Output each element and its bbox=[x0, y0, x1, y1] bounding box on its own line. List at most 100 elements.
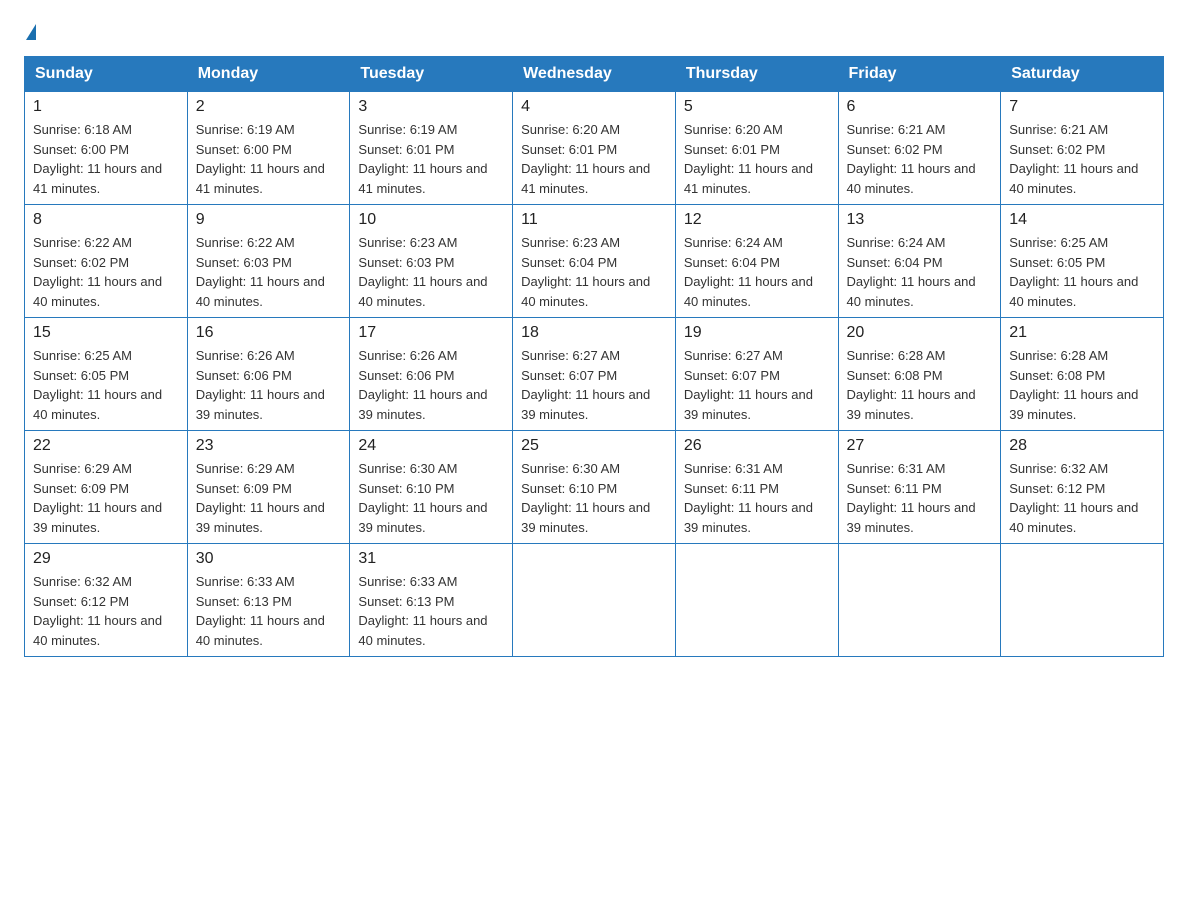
day-info: Sunrise: 6:28 AMSunset: 6:08 PMDaylight:… bbox=[1009, 348, 1138, 422]
day-info: Sunrise: 6:19 AMSunset: 6:01 PMDaylight:… bbox=[358, 122, 487, 196]
day-info: Sunrise: 6:25 AMSunset: 6:05 PMDaylight:… bbox=[1009, 235, 1138, 309]
day-info: Sunrise: 6:30 AMSunset: 6:10 PMDaylight:… bbox=[358, 461, 487, 535]
calendar-cell bbox=[838, 544, 1001, 657]
day-number: 3 bbox=[358, 98, 504, 116]
calendar-cell: 26 Sunrise: 6:31 AMSunset: 6:11 PMDaylig… bbox=[675, 431, 838, 544]
calendar-cell bbox=[675, 544, 838, 657]
day-number: 22 bbox=[33, 437, 179, 455]
calendar-cell: 19 Sunrise: 6:27 AMSunset: 6:07 PMDaylig… bbox=[675, 318, 838, 431]
calendar-week-row: 29 Sunrise: 6:32 AMSunset: 6:12 PMDaylig… bbox=[25, 544, 1164, 657]
day-number: 23 bbox=[196, 437, 342, 455]
calendar-week-row: 22 Sunrise: 6:29 AMSunset: 6:09 PMDaylig… bbox=[25, 431, 1164, 544]
calendar-cell: 31 Sunrise: 6:33 AMSunset: 6:13 PMDaylig… bbox=[350, 544, 513, 657]
day-number: 6 bbox=[847, 98, 993, 116]
day-number: 30 bbox=[196, 550, 342, 568]
day-number: 9 bbox=[196, 211, 342, 229]
calendar-cell: 18 Sunrise: 6:27 AMSunset: 6:07 PMDaylig… bbox=[513, 318, 676, 431]
day-number: 28 bbox=[1009, 437, 1155, 455]
calendar-cell: 8 Sunrise: 6:22 AMSunset: 6:02 PMDayligh… bbox=[25, 205, 188, 318]
header-row: SundayMondayTuesdayWednesdayThursdayFrid… bbox=[25, 57, 1164, 92]
calendar-cell: 16 Sunrise: 6:26 AMSunset: 6:06 PMDaylig… bbox=[187, 318, 350, 431]
day-info: Sunrise: 6:20 AMSunset: 6:01 PMDaylight:… bbox=[521, 122, 650, 196]
calendar-header: SundayMondayTuesdayWednesdayThursdayFrid… bbox=[25, 57, 1164, 92]
day-info: Sunrise: 6:32 AMSunset: 6:12 PMDaylight:… bbox=[33, 574, 162, 648]
calendar-cell: 28 Sunrise: 6:32 AMSunset: 6:12 PMDaylig… bbox=[1001, 431, 1164, 544]
day-info: Sunrise: 6:18 AMSunset: 6:00 PMDaylight:… bbox=[33, 122, 162, 196]
logo-triangle-icon bbox=[26, 24, 36, 40]
page-header bbox=[24, 24, 1164, 40]
calendar-cell: 15 Sunrise: 6:25 AMSunset: 6:05 PMDaylig… bbox=[25, 318, 188, 431]
day-info: Sunrise: 6:19 AMSunset: 6:00 PMDaylight:… bbox=[196, 122, 325, 196]
calendar-cell: 29 Sunrise: 6:32 AMSunset: 6:12 PMDaylig… bbox=[25, 544, 188, 657]
day-info: Sunrise: 6:26 AMSunset: 6:06 PMDaylight:… bbox=[196, 348, 325, 422]
day-info: Sunrise: 6:25 AMSunset: 6:05 PMDaylight:… bbox=[33, 348, 162, 422]
calendar-cell bbox=[1001, 544, 1164, 657]
calendar-cell: 1 Sunrise: 6:18 AMSunset: 6:00 PMDayligh… bbox=[25, 92, 188, 205]
day-number: 1 bbox=[33, 98, 179, 116]
calendar-cell: 7 Sunrise: 6:21 AMSunset: 6:02 PMDayligh… bbox=[1001, 92, 1164, 205]
day-number: 17 bbox=[358, 324, 504, 342]
calendar-cell: 25 Sunrise: 6:30 AMSunset: 6:10 PMDaylig… bbox=[513, 431, 676, 544]
calendar-cell: 11 Sunrise: 6:23 AMSunset: 6:04 PMDaylig… bbox=[513, 205, 676, 318]
day-info: Sunrise: 6:31 AMSunset: 6:11 PMDaylight:… bbox=[684, 461, 813, 535]
day-number: 18 bbox=[521, 324, 667, 342]
day-number: 13 bbox=[847, 211, 993, 229]
day-number: 29 bbox=[33, 550, 179, 568]
day-info: Sunrise: 6:24 AMSunset: 6:04 PMDaylight:… bbox=[684, 235, 813, 309]
day-info: Sunrise: 6:33 AMSunset: 6:13 PMDaylight:… bbox=[196, 574, 325, 648]
day-number: 26 bbox=[684, 437, 830, 455]
column-header-thursday: Thursday bbox=[675, 57, 838, 92]
day-info: Sunrise: 6:23 AMSunset: 6:04 PMDaylight:… bbox=[521, 235, 650, 309]
calendar-cell: 23 Sunrise: 6:29 AMSunset: 6:09 PMDaylig… bbox=[187, 431, 350, 544]
column-header-saturday: Saturday bbox=[1001, 57, 1164, 92]
day-info: Sunrise: 6:33 AMSunset: 6:13 PMDaylight:… bbox=[358, 574, 487, 648]
calendar-cell bbox=[513, 544, 676, 657]
calendar-cell: 13 Sunrise: 6:24 AMSunset: 6:04 PMDaylig… bbox=[838, 205, 1001, 318]
day-number: 16 bbox=[196, 324, 342, 342]
day-number: 27 bbox=[847, 437, 993, 455]
logo bbox=[24, 24, 36, 40]
calendar-cell: 17 Sunrise: 6:26 AMSunset: 6:06 PMDaylig… bbox=[350, 318, 513, 431]
day-info: Sunrise: 6:22 AMSunset: 6:02 PMDaylight:… bbox=[33, 235, 162, 309]
calendar-table: SundayMondayTuesdayWednesdayThursdayFrid… bbox=[24, 56, 1164, 657]
day-info: Sunrise: 6:21 AMSunset: 6:02 PMDaylight:… bbox=[1009, 122, 1138, 196]
column-header-tuesday: Tuesday bbox=[350, 57, 513, 92]
day-number: 7 bbox=[1009, 98, 1155, 116]
day-info: Sunrise: 6:29 AMSunset: 6:09 PMDaylight:… bbox=[33, 461, 162, 535]
calendar-cell: 12 Sunrise: 6:24 AMSunset: 6:04 PMDaylig… bbox=[675, 205, 838, 318]
day-number: 8 bbox=[33, 211, 179, 229]
column-header-wednesday: Wednesday bbox=[513, 57, 676, 92]
day-number: 20 bbox=[847, 324, 993, 342]
calendar-cell: 21 Sunrise: 6:28 AMSunset: 6:08 PMDaylig… bbox=[1001, 318, 1164, 431]
day-number: 11 bbox=[521, 211, 667, 229]
calendar-cell: 10 Sunrise: 6:23 AMSunset: 6:03 PMDaylig… bbox=[350, 205, 513, 318]
calendar-cell: 24 Sunrise: 6:30 AMSunset: 6:10 PMDaylig… bbox=[350, 431, 513, 544]
calendar-cell: 27 Sunrise: 6:31 AMSunset: 6:11 PMDaylig… bbox=[838, 431, 1001, 544]
calendar-cell: 5 Sunrise: 6:20 AMSunset: 6:01 PMDayligh… bbox=[675, 92, 838, 205]
day-number: 25 bbox=[521, 437, 667, 455]
day-number: 19 bbox=[684, 324, 830, 342]
day-info: Sunrise: 6:26 AMSunset: 6:06 PMDaylight:… bbox=[358, 348, 487, 422]
column-header-sunday: Sunday bbox=[25, 57, 188, 92]
day-number: 5 bbox=[684, 98, 830, 116]
calendar-cell: 9 Sunrise: 6:22 AMSunset: 6:03 PMDayligh… bbox=[187, 205, 350, 318]
calendar-cell: 4 Sunrise: 6:20 AMSunset: 6:01 PMDayligh… bbox=[513, 92, 676, 205]
calendar-cell: 22 Sunrise: 6:29 AMSunset: 6:09 PMDaylig… bbox=[25, 431, 188, 544]
calendar-week-row: 15 Sunrise: 6:25 AMSunset: 6:05 PMDaylig… bbox=[25, 318, 1164, 431]
day-info: Sunrise: 6:21 AMSunset: 6:02 PMDaylight:… bbox=[847, 122, 976, 196]
day-number: 10 bbox=[358, 211, 504, 229]
column-header-monday: Monday bbox=[187, 57, 350, 92]
day-info: Sunrise: 6:28 AMSunset: 6:08 PMDaylight:… bbox=[847, 348, 976, 422]
calendar-week-row: 8 Sunrise: 6:22 AMSunset: 6:02 PMDayligh… bbox=[25, 205, 1164, 318]
day-number: 14 bbox=[1009, 211, 1155, 229]
day-number: 4 bbox=[521, 98, 667, 116]
day-number: 31 bbox=[358, 550, 504, 568]
day-info: Sunrise: 6:23 AMSunset: 6:03 PMDaylight:… bbox=[358, 235, 487, 309]
day-number: 15 bbox=[33, 324, 179, 342]
calendar-cell: 2 Sunrise: 6:19 AMSunset: 6:00 PMDayligh… bbox=[187, 92, 350, 205]
day-info: Sunrise: 6:32 AMSunset: 6:12 PMDaylight:… bbox=[1009, 461, 1138, 535]
calendar-cell: 14 Sunrise: 6:25 AMSunset: 6:05 PMDaylig… bbox=[1001, 205, 1164, 318]
day-info: Sunrise: 6:20 AMSunset: 6:01 PMDaylight:… bbox=[684, 122, 813, 196]
calendar-body: 1 Sunrise: 6:18 AMSunset: 6:00 PMDayligh… bbox=[25, 92, 1164, 657]
day-info: Sunrise: 6:27 AMSunset: 6:07 PMDaylight:… bbox=[684, 348, 813, 422]
